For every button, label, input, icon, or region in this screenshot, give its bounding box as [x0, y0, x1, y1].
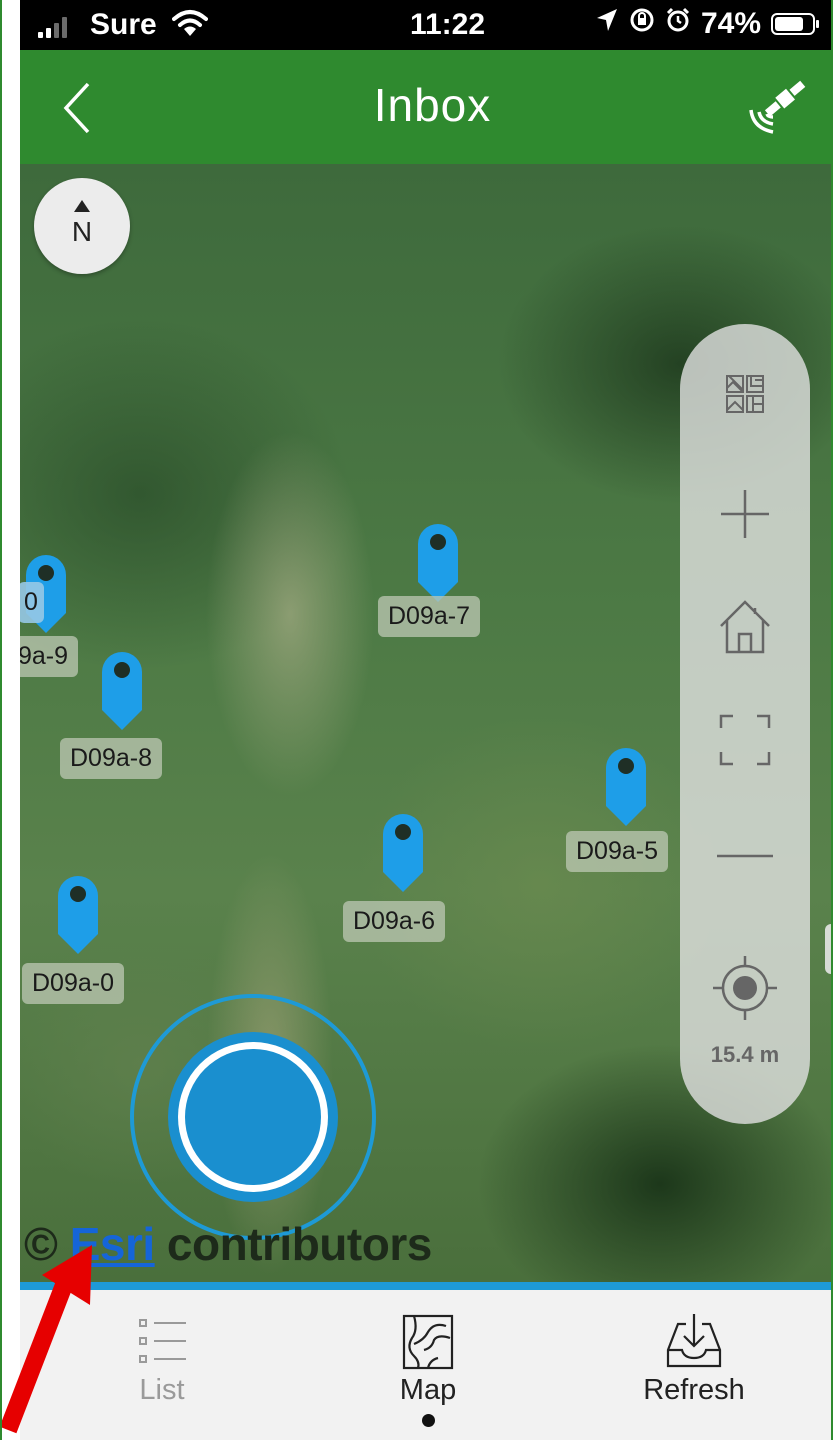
annotation-arrow-icon [2, 1245, 92, 1434]
collect-point-button[interactable] [128, 992, 378, 1242]
crosshair-location-icon [713, 956, 777, 1020]
tab-label: Refresh [643, 1374, 745, 1406]
plus-icon [721, 490, 769, 538]
basemap-button[interactable] [705, 354, 785, 434]
page-title: Inbox [373, 79, 492, 131]
download-tray-icon [666, 1314, 722, 1368]
point-label[interactable]: D09a-6 [343, 901, 445, 942]
tab-map[interactable]: Map [328, 1290, 528, 1440]
zoom-out-button[interactable] [705, 816, 785, 896]
satellite-icon [749, 80, 806, 134]
cluster-label[interactable]: 0 [20, 582, 44, 623]
map-pin-icon[interactable] [98, 650, 146, 730]
location-arrow-icon [595, 7, 619, 41]
map-icon [402, 1314, 454, 1370]
battery-percent: 74% [700, 7, 761, 40]
tab-refresh[interactable]: Refresh [594, 1290, 794, 1440]
battery-icon [771, 13, 819, 35]
point-label[interactable]: D09a-8 [60, 738, 162, 779]
my-location-button[interactable] [705, 948, 785, 1028]
alarm-icon [665, 7, 691, 41]
list-icon [139, 1319, 186, 1363]
orientation-lock-icon [629, 7, 655, 41]
full-extent-button[interactable] [705, 700, 785, 780]
map-view[interactable]: N D09a-7 0 D09a-9 D09a-8 D09a-5 D09a-6 D… [20, 164, 831, 1282]
zoom-in-button[interactable] [705, 474, 785, 554]
map-pin-icon[interactable] [414, 522, 462, 602]
map-pin-icon[interactable] [379, 812, 427, 892]
point-label[interactable]: D09a-9 [20, 636, 78, 677]
side-panel-handle[interactable] [825, 924, 831, 974]
point-label[interactable]: D09a-5 [566, 831, 668, 872]
app-frame: Sure 11:22 74% Inbox N D09a-7 0 a-9 D09a… [0, 0, 833, 1440]
home-icon [720, 600, 770, 654]
gps-status-button[interactable] [745, 72, 813, 140]
active-tab-indicator [422, 1414, 435, 1427]
basemap-gallery-icon [726, 375, 764, 413]
gps-accuracy: 15.4 m [710, 1042, 780, 1067]
compass-label: N [71, 216, 93, 247]
map-tools-panel: 15.4 m [680, 324, 810, 1124]
app-header: Inbox [20, 50, 831, 164]
status-bar: Sure 11:22 74% [20, 0, 831, 50]
bottom-tab-bar: List Map Refresh [20, 1290, 831, 1440]
fullscreen-icon [719, 714, 771, 766]
home-extent-button[interactable] [705, 586, 785, 666]
point-label[interactable]: D09a-0 [22, 963, 124, 1004]
tab-bar-divider [20, 1282, 831, 1290]
north-arrow-icon [74, 200, 90, 212]
tab-label: Map [399, 1374, 457, 1406]
point-label[interactable]: D09a-7 [378, 596, 480, 637]
minus-icon [717, 854, 773, 858]
map-pin-icon[interactable] [602, 746, 650, 826]
compass-button[interactable]: N [34, 178, 130, 274]
map-pin-icon[interactable] [54, 874, 102, 954]
